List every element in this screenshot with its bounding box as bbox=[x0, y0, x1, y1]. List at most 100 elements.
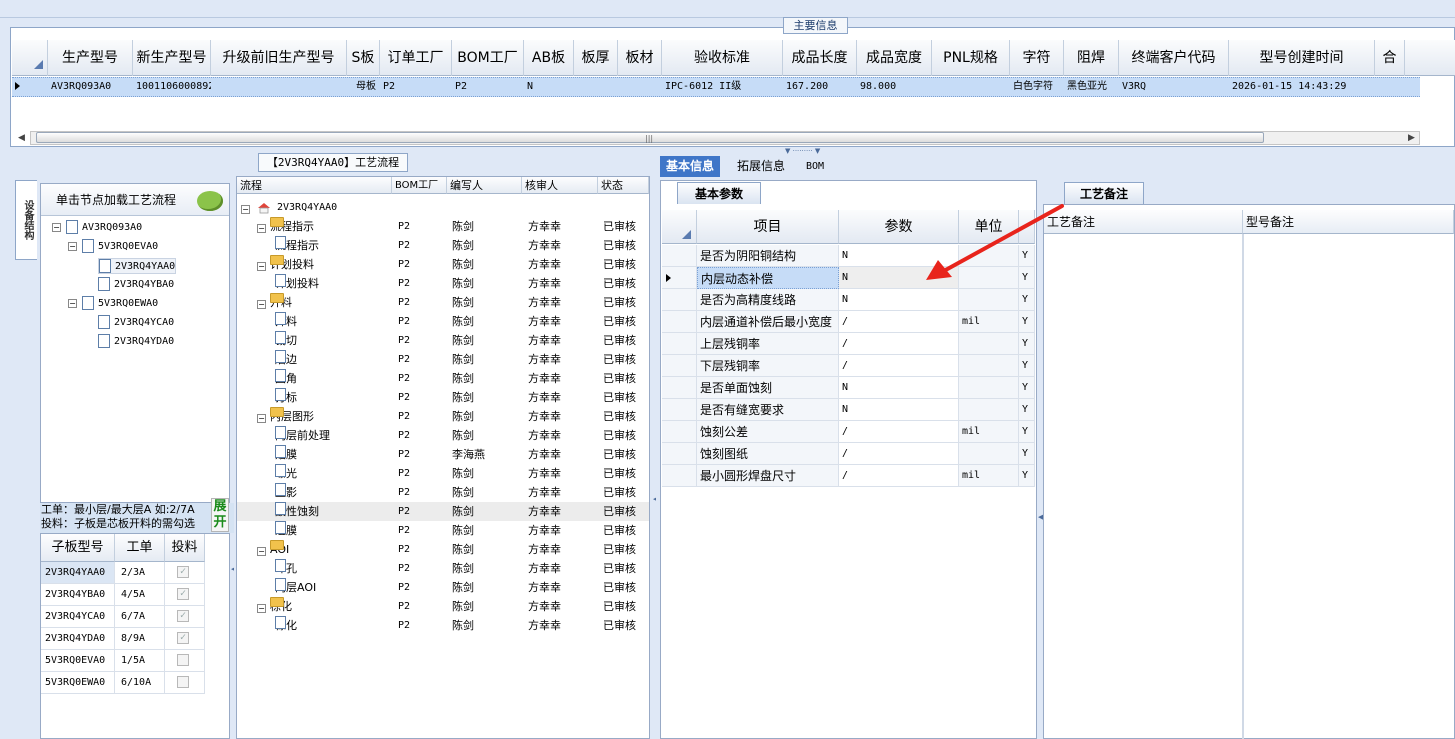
process-column-header[interactable]: 状态 bbox=[598, 177, 649, 194]
row-indicator[interactable] bbox=[662, 443, 697, 465]
param-value-cell[interactable]: / bbox=[839, 465, 959, 487]
subgrid-order-cell[interactable]: 6/7A bbox=[115, 606, 165, 628]
process-row[interactable]: 退膜 P2 陈剑 方幸幸 已审核 bbox=[237, 521, 649, 540]
row-indicator[interactable] bbox=[662, 289, 697, 311]
param-unit-cell[interactable]: mil bbox=[959, 311, 1019, 333]
process-row[interactable]: 流程指示 P2 陈剑 方幸幸 已审核 bbox=[237, 236, 649, 255]
row-indicator[interactable] bbox=[662, 399, 697, 421]
scroll-left-icon[interactable]: ◀ bbox=[18, 133, 25, 143]
process-row[interactable]: 开料 P2 陈剑 方幸幸 已审核 bbox=[237, 312, 649, 331]
subgrid-order-cell[interactable]: 4/5A bbox=[115, 584, 165, 606]
cell[interactable]: AV3RQ093A0 bbox=[48, 78, 133, 96]
param-value-cell[interactable]: N bbox=[839, 399, 959, 421]
process-column-header[interactable]: 核审人 bbox=[522, 177, 598, 194]
param-flag-cell[interactable]: Y bbox=[1019, 333, 1035, 355]
scroll-right-icon[interactable]: ▶ bbox=[1408, 133, 1415, 143]
checked-checkbox[interactable]: ✓ bbox=[177, 588, 189, 600]
param-unit-cell[interactable] bbox=[959, 355, 1019, 377]
main-grid-row[interactable]: AV3RQ093A010011060008924母板P2P2NIPC-6012 … bbox=[12, 77, 1420, 97]
cell[interactable]: 98.000 bbox=[857, 78, 932, 96]
param-item-cell[interactable]: 是否有缝宽要求 bbox=[697, 399, 839, 421]
cell[interactable] bbox=[211, 78, 347, 96]
row-indicator[interactable] bbox=[662, 311, 697, 333]
process-root-row[interactable]: − 2V3RQ4YAA0 bbox=[237, 198, 649, 217]
collapse-root-icon[interactable]: − bbox=[241, 198, 250, 217]
checked-checkbox[interactable]: ✓ bbox=[177, 610, 189, 622]
collapse-icon[interactable]: − bbox=[257, 300, 266, 309]
param-value-cell[interactable]: / bbox=[839, 311, 959, 333]
process-row[interactable]: − 计划投料 P2 陈剑 方幸幸 已审核 bbox=[237, 255, 649, 274]
checked-checkbox[interactable]: ✓ bbox=[177, 566, 189, 578]
tab-basic-params[interactable]: 基本参数 bbox=[677, 182, 761, 204]
process-row[interactable]: 内层前处理 P2 陈剑 方幸幸 已审核 bbox=[237, 426, 649, 445]
subgrid-model-cell[interactable]: 5V3RQ0EWA0 bbox=[41, 672, 115, 694]
subgrid-model-cell[interactable]: 5V3RQ0EVA0 bbox=[41, 650, 115, 672]
tab-extended-info[interactable]: 拓展信息 bbox=[731, 156, 791, 177]
process-row[interactable]: 磨边 P2 陈剑 方幸幸 已审核 bbox=[237, 350, 649, 369]
process-row[interactable]: 打标 P2 陈剑 方幸幸 已审核 bbox=[237, 388, 649, 407]
param-flag-cell[interactable]: Y bbox=[1019, 377, 1035, 399]
process-row[interactable]: 圆角 P2 陈剑 方幸幸 已审核 bbox=[237, 369, 649, 388]
column-header[interactable]: 字符 bbox=[1010, 40, 1064, 76]
horizontal-splitter[interactable]: ▼ ········· ▼ bbox=[0, 147, 1455, 155]
cell[interactable] bbox=[574, 78, 618, 96]
cell[interactable] bbox=[618, 78, 662, 96]
param-unit-cell[interactable] bbox=[959, 333, 1019, 355]
process-row[interactable]: −棕化 P2 陈剑 方幸幸 已审核 bbox=[237, 597, 649, 616]
column-header[interactable]: 生产型号 bbox=[48, 40, 133, 76]
tree-collapse-icon[interactable]: − bbox=[68, 299, 77, 308]
tree-node[interactable]: AV3RQ093A0 bbox=[66, 220, 142, 236]
process-column-header[interactable]: 编写人 bbox=[447, 177, 522, 194]
column-header[interactable]: PNL规格 bbox=[932, 40, 1010, 76]
unchecked-checkbox[interactable] bbox=[177, 654, 189, 666]
process-row[interactable]: − 流程指示 P2 陈剑 方幸幸 已审核 bbox=[237, 217, 649, 236]
param-value-cell[interactable]: / bbox=[839, 355, 959, 377]
param-item-cell[interactable]: 下层残铜率 bbox=[697, 355, 839, 377]
row-indicator[interactable] bbox=[662, 267, 697, 289]
chat-bubble-icon[interactable] bbox=[197, 191, 223, 211]
subgrid-model-cell[interactable]: 2V3RQ4YBA0 bbox=[41, 584, 115, 606]
collapse-icon[interactable]: − bbox=[257, 604, 266, 613]
cell[interactable]: 黑色亚光 bbox=[1064, 78, 1119, 96]
param-item-cell[interactable]: 内层动态补偿 bbox=[697, 267, 839, 289]
param-flag-cell[interactable]: Y bbox=[1019, 465, 1035, 487]
process-row[interactable]: 显影 P2 陈剑 方幸幸 已审核 bbox=[237, 483, 649, 502]
cell[interactable]: P2 bbox=[452, 78, 524, 96]
cell[interactable]: 白色字符 bbox=[1010, 78, 1064, 96]
vertical-tab-structure[interactable]: 设备结构 bbox=[15, 180, 37, 260]
column-header[interactable]: 升级前旧生产型号 bbox=[211, 40, 347, 76]
param-unit-cell[interactable] bbox=[959, 399, 1019, 421]
param-unit-cell[interactable] bbox=[959, 289, 1019, 311]
column-header[interactable]: 板厚 bbox=[574, 40, 618, 76]
cell[interactable]: 167.200 bbox=[783, 78, 857, 96]
process-row[interactable]: 贴膜 P2 李海燕 方幸幸 已审核 bbox=[237, 445, 649, 464]
process-row[interactable]: −开料 P2 陈剑 方幸幸 已审核 bbox=[237, 293, 649, 312]
expand-button[interactable]: 展开 bbox=[211, 498, 229, 532]
tab-process-remark[interactable]: 工艺备注 bbox=[1064, 182, 1144, 204]
cell[interactable]: N bbox=[524, 78, 574, 96]
column-header[interactable]: S板 bbox=[347, 40, 380, 76]
row-indicator[interactable] bbox=[662, 333, 697, 355]
param-unit-cell[interactable] bbox=[959, 377, 1019, 399]
process-row[interactable]: −AOI P2 陈剑 方幸幸 已审核 bbox=[237, 540, 649, 559]
param-item-cell[interactable]: 是否单面蚀刻 bbox=[697, 377, 839, 399]
param-value-cell[interactable]: / bbox=[839, 443, 959, 465]
param-unit-cell[interactable]: mil bbox=[959, 421, 1019, 443]
process-row[interactable]: 计划投料 P2 陈剑 方幸幸 已审核 bbox=[237, 274, 649, 293]
column-header[interactable]: 型号创建时间 bbox=[1229, 40, 1375, 76]
column-header[interactable]: 合 bbox=[1375, 40, 1405, 76]
param-item-cell[interactable]: 内层通道补偿后最小宽度 bbox=[697, 311, 839, 333]
unchecked-checkbox[interactable] bbox=[177, 676, 189, 688]
tree-node[interactable]: 5V3RQ0EWA0 bbox=[82, 296, 158, 312]
subgrid-header[interactable]: 子板型号 bbox=[41, 534, 115, 562]
column-header[interactable]: 板材 bbox=[618, 40, 662, 76]
param-flag-cell[interactable]: Y bbox=[1019, 311, 1035, 333]
process-column-header[interactable]: 流程 bbox=[237, 177, 392, 194]
column-header[interactable]: 成品宽度 bbox=[857, 40, 932, 76]
subgrid-model-cell[interactable]: 2V3RQ4YCA0 bbox=[41, 606, 115, 628]
subgrid-header[interactable]: 投料 bbox=[165, 534, 205, 562]
param-flag-cell[interactable]: Y bbox=[1019, 289, 1035, 311]
process-row[interactable]: 冲孔 P2 陈剑 方幸幸 已审核 bbox=[237, 559, 649, 578]
param-item-cell[interactable]: 蚀刻公差 bbox=[697, 421, 839, 443]
column-header[interactable]: BOM工厂 bbox=[452, 40, 524, 76]
